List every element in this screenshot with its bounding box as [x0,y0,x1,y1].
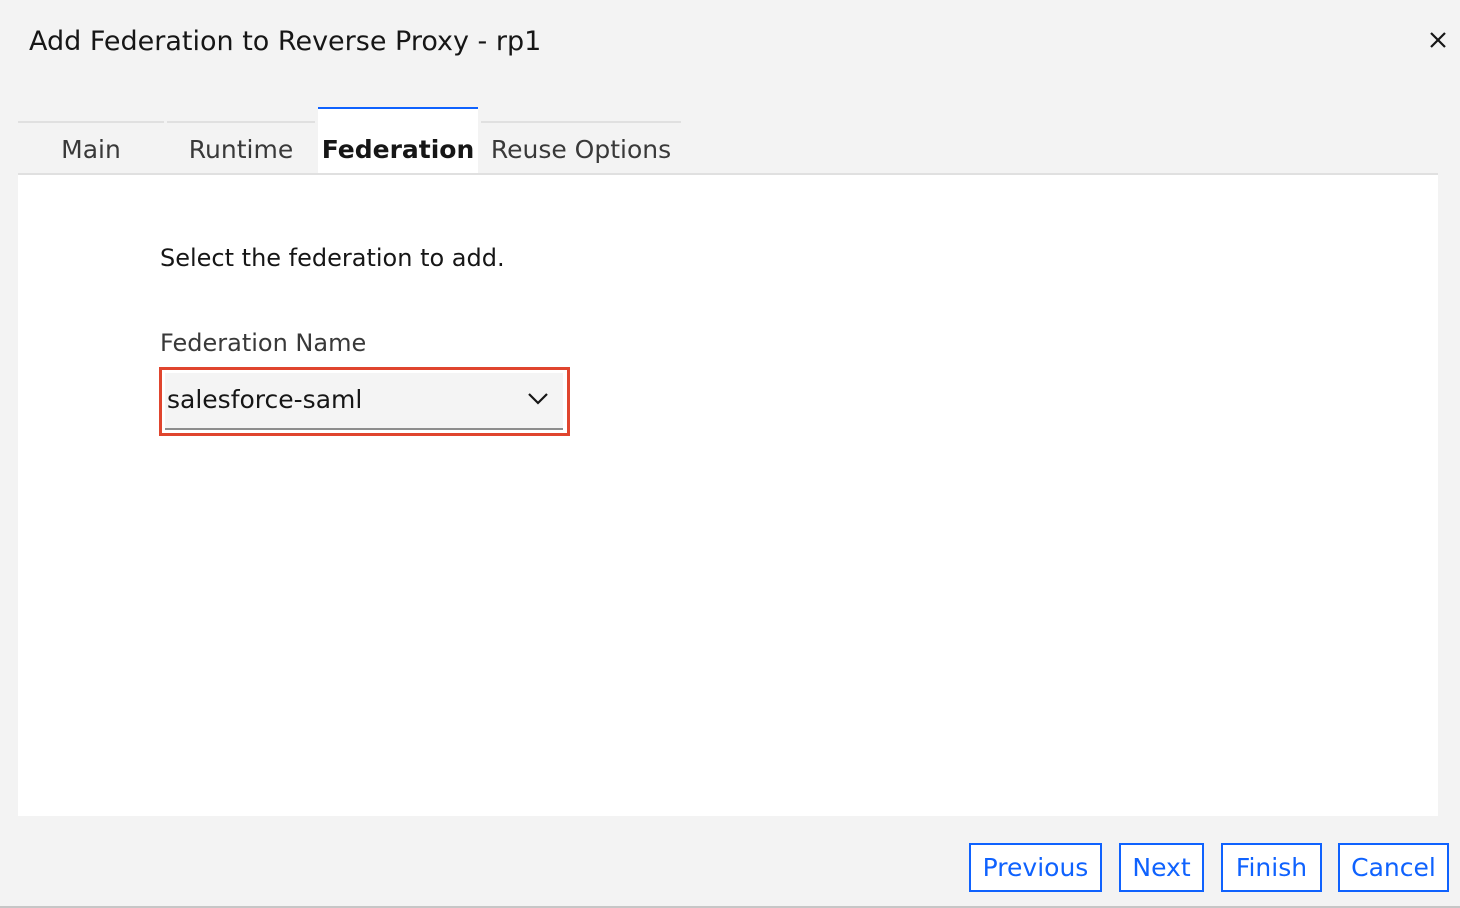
tab-main[interactable]: Main [18,121,164,175]
tab-main-label: Main [61,134,121,164]
tab-federation-label: Federation [321,134,475,164]
add-federation-dialog: Add Federation to Reverse Proxy - rp1 Ma… [0,0,1460,908]
cancel-button[interactable]: Cancel [1338,843,1449,892]
close-button[interactable] [1422,24,1454,56]
finish-button[interactable]: Finish [1221,843,1322,892]
tab-bar: Main Runtime Federation Reuse Options [18,107,681,175]
instruction-text: Select the federation to add. [160,244,505,272]
federation-name-label: Federation Name [160,329,367,357]
federation-name-select[interactable]: salesforce-saml [165,373,563,430]
tab-runtime-label: Runtime [188,134,294,164]
tab-reuse-options[interactable]: Reuse Options [481,121,681,175]
select-highlight-box: salesforce-saml [159,367,570,436]
close-icon [1430,32,1446,48]
tab-runtime[interactable]: Runtime [167,121,315,175]
dialog-title: Add Federation to Reverse Proxy - rp1 [29,26,542,57]
tab-federation[interactable]: Federation [318,107,478,175]
federation-name-value: salesforce-saml [167,385,363,414]
previous-button[interactable]: Previous [969,843,1102,892]
chevron-down-icon [528,393,548,405]
next-button[interactable]: Next [1119,843,1204,892]
tab-content-panel: Select the federation to add. Federation… [18,175,1438,816]
tab-reuse-options-label: Reuse Options [490,134,672,164]
